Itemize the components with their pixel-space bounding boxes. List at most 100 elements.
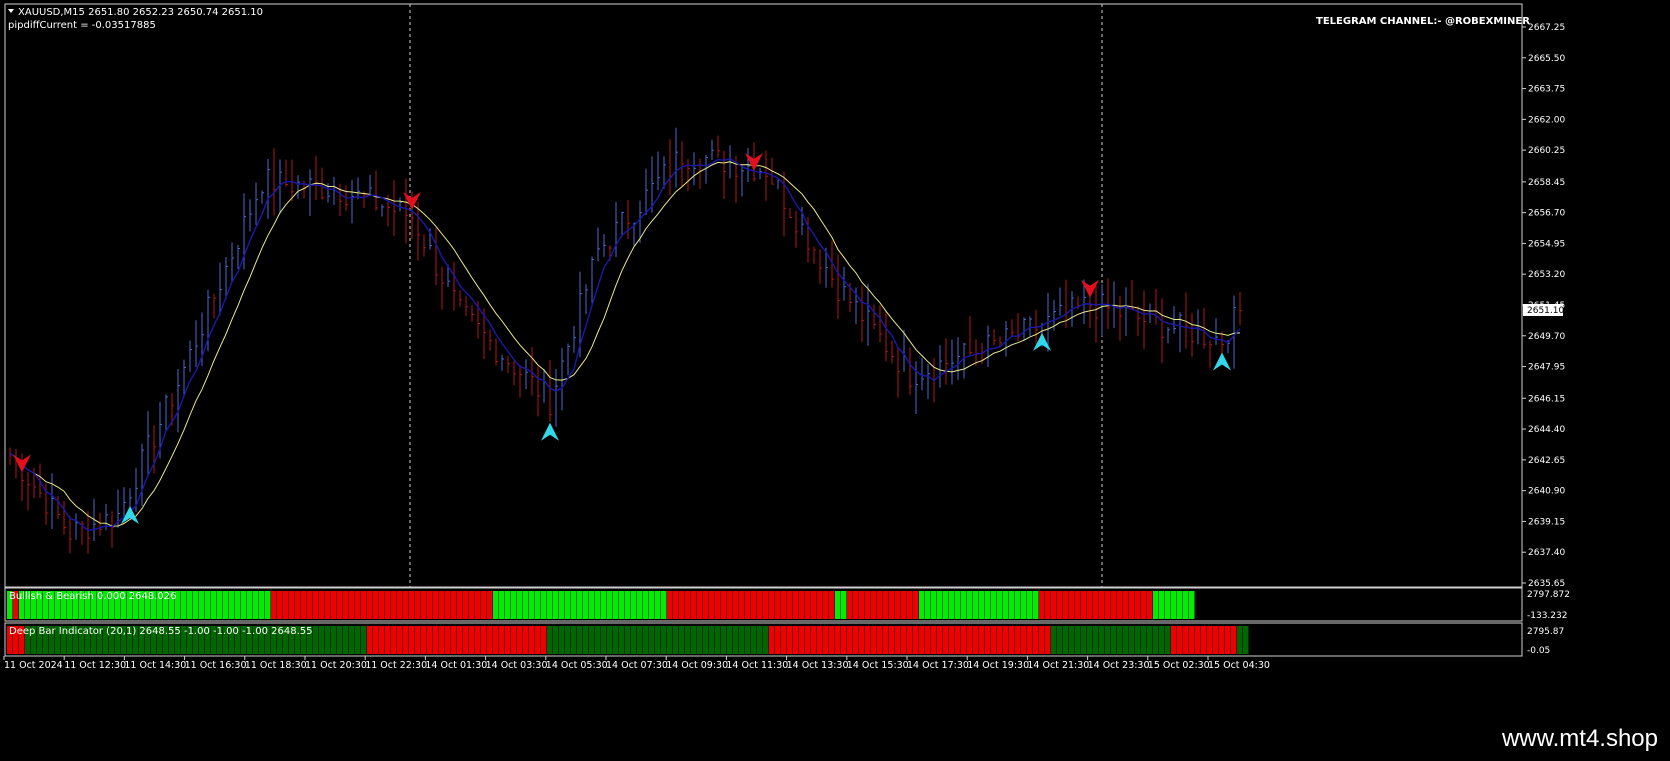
deep-bar-bar — [331, 626, 337, 654]
deep-bar-bar — [1087, 626, 1093, 654]
bullish-bearish-bar — [331, 591, 337, 619]
deep-bar-bar — [1237, 626, 1243, 654]
deep-bar-bar — [799, 626, 805, 654]
price-tick-label: 2653.20 — [1528, 270, 1565, 280]
bullish-bearish-bar — [889, 591, 895, 619]
time-tick-label: 14 Oct 21:30 — [1027, 660, 1089, 671]
deep-bar-bar — [733, 626, 739, 654]
bullish-bearish-bar — [193, 591, 199, 619]
deep-bar-bar — [481, 626, 487, 654]
bullish-bearish-bar — [1165, 591, 1171, 619]
bullish-bearish-bar — [775, 591, 781, 619]
bullish-bearish-bar — [685, 591, 691, 619]
bullish-bearish-bar — [631, 591, 637, 619]
price-tick-label: 2640.90 — [1528, 487, 1565, 497]
deep-bar-bar — [535, 626, 541, 654]
time-tick-label: 11 Oct 12:30 — [64, 660, 126, 671]
deep-bar-bar — [649, 626, 655, 654]
bullish-bearish-bar — [307, 591, 313, 619]
deep-bar-bar — [1099, 626, 1105, 654]
deep-bar-bar — [997, 626, 1003, 654]
deep-bar-bar — [697, 626, 703, 654]
deep-bar-bar — [841, 626, 847, 654]
bullish-bearish-bar — [811, 591, 817, 619]
bullish-bearish-bar — [313, 591, 319, 619]
time-tick-label: 11 Oct 16:30 — [185, 660, 247, 671]
deep-bar-bar — [685, 626, 691, 654]
bullish-bearish-bar — [247, 591, 253, 619]
time-tick-label: 14 Oct 07:30 — [606, 660, 668, 671]
bullish-bearish-bar — [649, 591, 655, 619]
time-axis[interactable]: 11 Oct 2024 11 Oct 12:3011 Oct 14:3011 Oc… — [3, 656, 1270, 671]
bullish-bearish-bar — [835, 591, 841, 619]
chart-root: XAUUSD,M15 2651.80 2652.23 2650.74 2651.… — [3, 3, 1570, 671]
deep-bar-bar — [421, 626, 427, 654]
bullish-bearish-bar — [337, 591, 343, 619]
deep-bar-bar — [457, 626, 463, 654]
deep-bar-bar — [559, 626, 565, 654]
bullish-bearish-bar — [1081, 591, 1087, 619]
bullish-bearish-bar — [1105, 591, 1111, 619]
bullish-bearish-bar — [181, 591, 187, 619]
bullish-bearish-bar — [481, 591, 487, 619]
bullish-bearish-bar — [301, 591, 307, 619]
deep-bar-bar — [451, 626, 457, 654]
deep-bar-bar — [823, 626, 829, 654]
bullish-bearish-bar — [1099, 591, 1105, 619]
bullish-bearish-bar — [1147, 591, 1153, 619]
deep-bar-bar — [373, 626, 379, 654]
main-price-panel[interactable] — [4, 3, 1523, 588]
deep-bar-bar — [661, 626, 667, 654]
deep-bar-bar — [1003, 626, 1009, 654]
bullish-bearish-bar — [1189, 591, 1195, 619]
deep-bar-bar — [655, 626, 661, 654]
bullish-bearish-bar — [1027, 591, 1033, 619]
bullish-bearish-bar — [1141, 591, 1147, 619]
time-tick-label: 14 Oct 17:30 — [907, 660, 969, 671]
time-tick-label: 14 Oct 13:30 — [787, 660, 849, 671]
deep-bar-bar — [955, 626, 961, 654]
deep-bar-bar — [949, 626, 955, 654]
bullish-bearish-bar — [271, 591, 277, 619]
deep-bar-bar — [1051, 626, 1057, 654]
price-tick-label: 2656.70 — [1528, 209, 1565, 219]
deep-bar-label: Deep Bar Indicator (20,1) 2648.55 -1.00 … — [9, 626, 312, 637]
bullish-bearish-bar — [673, 591, 679, 619]
price-tick-label: 2647.95 — [1528, 363, 1565, 373]
deep-bar-bar — [991, 626, 997, 654]
deep-bar-bar — [673, 626, 679, 654]
deep-bar-bar — [415, 626, 421, 654]
time-tick-label: 14 Oct 11:30 — [726, 660, 788, 671]
deep-bar-bar — [895, 626, 901, 654]
bullish-bearish-bar — [205, 591, 211, 619]
time-tick-label: 14 Oct 03:30 — [486, 660, 548, 671]
deep-bar-bar — [883, 626, 889, 654]
price-tick-label: 2635.65 — [1528, 579, 1565, 589]
deep-bar-bar — [385, 626, 391, 654]
price-tick-label: 2646.15 — [1528, 394, 1565, 404]
sub1-axis-top: 2797.872 — [1527, 590, 1570, 600]
bullish-bearish-bar — [1003, 591, 1009, 619]
bullish-bearish-bar — [289, 591, 295, 619]
bullish-bearish-bar — [511, 591, 517, 619]
deep-bar-bar — [487, 626, 493, 654]
deep-bar-bar — [325, 626, 331, 654]
deep-bar-bar — [1069, 626, 1075, 654]
bullish-bearish-bar — [721, 591, 727, 619]
price-tick-label: 2660.25 — [1528, 146, 1565, 156]
deep-bar-bar — [319, 626, 325, 654]
bullish-bearish-bar — [1123, 591, 1129, 619]
bullish-bearish-bar — [829, 591, 835, 619]
bullish-bearish-bar — [823, 591, 829, 619]
bullish-bearish-bar — [553, 591, 559, 619]
bullish-bearish-bar — [997, 591, 1003, 619]
bullish-bearish-bar — [919, 591, 925, 619]
deep-bar-bar — [397, 626, 403, 654]
deep-bar-bar — [511, 626, 517, 654]
price-tick-label: 2662.00 — [1528, 115, 1565, 125]
bullish-bearish-bar — [1171, 591, 1177, 619]
deep-bar-bar — [1063, 626, 1069, 654]
bullish-bearish-bar — [841, 591, 847, 619]
bullish-bearish-bar — [295, 591, 301, 619]
bullish-bearish-bar — [763, 591, 769, 619]
